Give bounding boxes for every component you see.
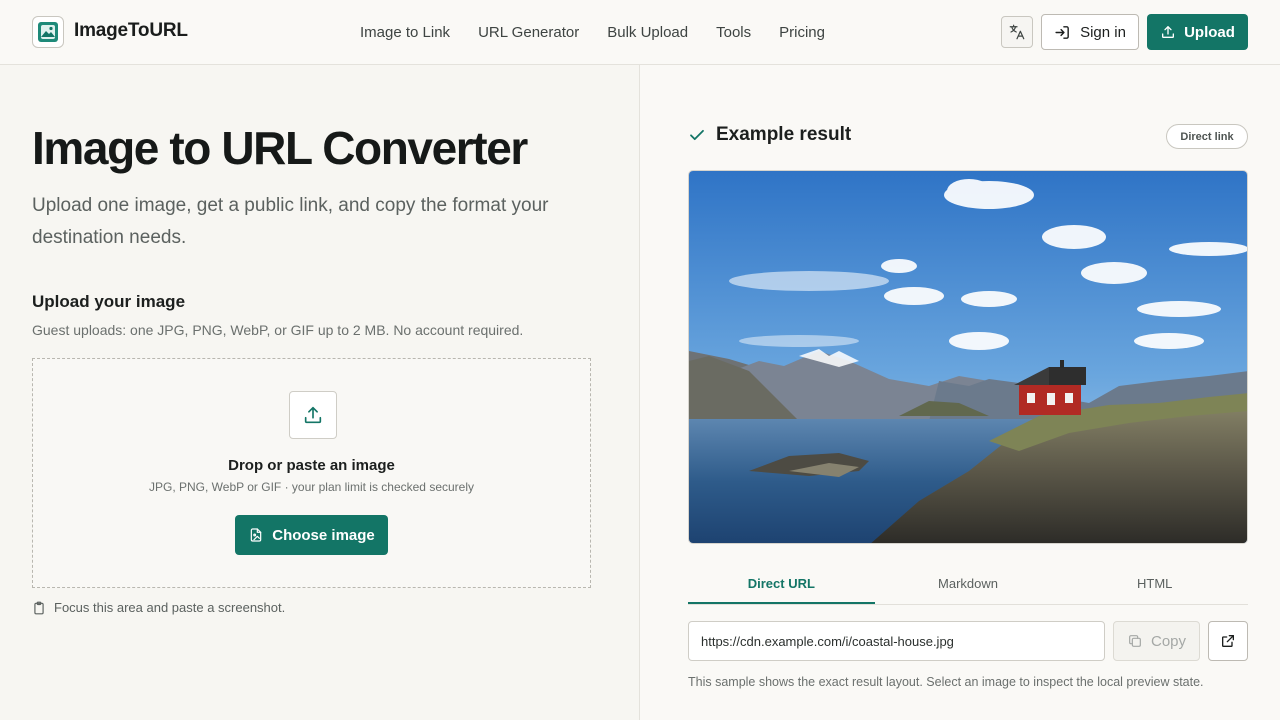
translate-icon — [1009, 24, 1025, 40]
nav-item-url-generator[interactable]: URL Generator — [478, 24, 579, 41]
result-format-tabs: Direct URL Markdown HTML — [688, 566, 1248, 605]
upload-button[interactable]: Upload — [1147, 14, 1248, 50]
open-link-button[interactable] — [1208, 621, 1248, 661]
tab-direct-url[interactable]: Direct URL — [688, 566, 875, 604]
sample-note: This sample shows the exact result layou… — [688, 675, 1204, 689]
panel-divider — [639, 65, 640, 720]
upload-heading: Upload your image — [32, 292, 186, 311]
page-subtitle: Upload one image, get a public link, and… — [32, 195, 549, 248]
choose-image-button[interactable]: Choose image — [235, 515, 388, 555]
dropzone-title: Drop or paste an image — [228, 457, 395, 474]
copy-label: Copy — [1150, 632, 1187, 650]
choose-image-label: Choose image — [272, 526, 375, 544]
dropzone-upload-icon — [289, 391, 337, 439]
nav-item-tools[interactable]: Tools — [716, 24, 751, 41]
logo[interactable] — [32, 16, 64, 48]
tab-markdown[interactable]: Markdown — [875, 566, 1062, 604]
language-button[interactable] — [1001, 16, 1033, 48]
result-heading-text: Example result — [716, 124, 852, 145]
nav-item-bulk-upload[interactable]: Bulk Upload — [607, 24, 688, 41]
result-heading: Example result — [688, 124, 851, 146]
copy-icon — [1129, 635, 1141, 647]
example-result-image — [688, 170, 1248, 544]
direct-link-badge: Direct link — [1166, 124, 1248, 149]
upload-icon — [304, 406, 322, 424]
clipboard-icon — [34, 601, 44, 614]
paste-hint-text: Focus this area and paste a screenshot. — [54, 600, 286, 615]
nav-item-pricing[interactable]: Pricing — [779, 24, 825, 41]
result-url-field[interactable] — [688, 621, 1105, 661]
main-nav: Image to Link URL Generator Bulk Upload … — [360, 24, 853, 41]
tab-html[interactable]: HTML — [1061, 566, 1248, 604]
sign-in-label: Sign in — [1080, 23, 1126, 41]
dropzone-subtitle: JPG, PNG, WebP or GIF · your plan limit … — [149, 480, 474, 494]
image-icon — [38, 22, 58, 42]
brand-name[interactable]: ImageToURL — [74, 20, 188, 42]
check-icon — [690, 129, 704, 141]
nav-item-image-to-link[interactable]: Image to Link — [360, 24, 450, 41]
sign-in-button[interactable]: Sign in — [1041, 14, 1139, 50]
sign-in-icon — [1055, 25, 1069, 39]
upload-icon — [1162, 26, 1175, 38]
upload-note: Guest uploads: one JPG, PNG, WebP, or GI… — [32, 322, 524, 338]
upload-label: Upload — [1184, 23, 1235, 41]
upload-dropzone[interactable]: Drop or paste an image JPG, PNG, WebP or… — [32, 358, 591, 588]
file-image-icon — [250, 528, 262, 542]
external-link-icon — [1222, 635, 1234, 647]
copy-button[interactable]: Copy — [1113, 621, 1200, 661]
page-title: Image to URL Converter — [32, 122, 528, 174]
paste-hint: Focus this area and paste a screenshot. — [32, 600, 285, 615]
top-header: ImageToURL Image to Link URL Generator B… — [0, 0, 1280, 65]
coastal-house-photo — [689, 171, 1247, 543]
